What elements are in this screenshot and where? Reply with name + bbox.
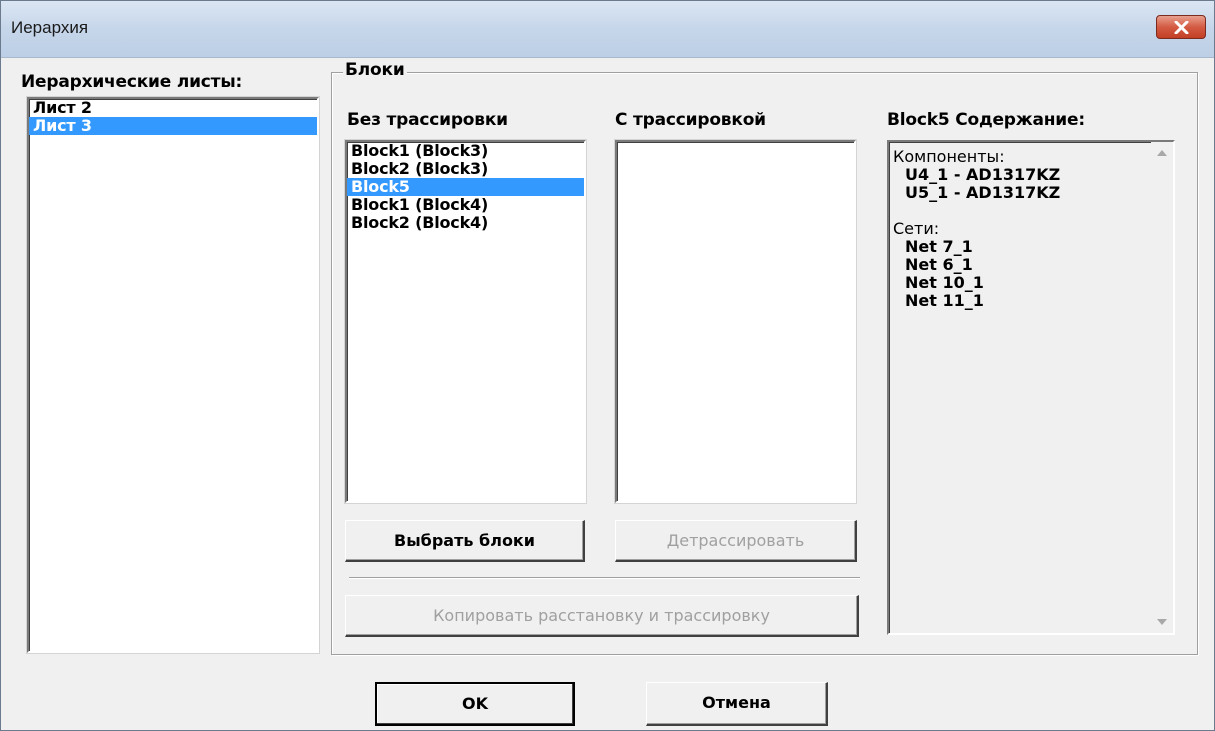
untrace-button[interactable]: Детрассировать [615, 520, 857, 562]
sheets-label: Иерархические листы: [21, 72, 243, 92]
title-bar[interactable]: Иерархия [1, 1, 1214, 58]
block-content-textbox[interactable]: Компоненты: U4_1 - AD1317KZ U5_1 - AD1317… [887, 140, 1175, 635]
traced-blocks-listbox[interactable] [615, 140, 856, 503]
traced-label: С трассировкой [615, 110, 766, 130]
untraced-block-item[interactable]: Block1 (Block4) [347, 196, 584, 214]
nets-heading: Сети: [893, 219, 940, 238]
net-entry: Net 10_1 [905, 273, 984, 292]
untraced-block-item[interactable]: Block1 (Block3) [347, 142, 584, 160]
dialog-client-area: Иерархические листы: Лист 2 Лист 3 Блоки … [9, 58, 1206, 728]
untraced-block-item[interactable]: Block2 (Block4) [347, 214, 584, 232]
content-scrollbar[interactable] [1151, 142, 1173, 633]
untraced-block-item[interactable]: Block5 [347, 178, 584, 196]
scroll-up-arrow-icon [1157, 150, 1167, 156]
select-blocks-button[interactable]: Выбрать блоки [345, 520, 585, 562]
net-entry: Net 6_1 [905, 255, 973, 274]
blocks-group-label: Блоки [343, 60, 407, 80]
component-entry: U5_1 - AD1317KZ [905, 183, 1061, 202]
components-heading: Компоненты: [893, 147, 1005, 166]
close-icon [1174, 21, 1189, 34]
component-entry: U4_1 - AD1317KZ [905, 165, 1061, 184]
block-content-text: Компоненты: U4_1 - AD1317KZ U5_1 - AD1317… [893, 148, 1143, 310]
close-button[interactable] [1156, 15, 1206, 39]
copy-placement-routing-button[interactable]: Копировать расстановку и трассировку [345, 595, 859, 637]
untraced-label: Без трассировки [347, 110, 508, 130]
sheet-list-item[interactable]: Лист 3 [29, 117, 317, 135]
separator-line [349, 577, 860, 579]
content-label: Block5 Содержание: [887, 110, 1085, 130]
hierarchy-dialog: Иерархия Иерархические листы: Лист 2 Лист… [0, 0, 1215, 731]
untraced-block-item[interactable]: Block2 (Block3) [347, 160, 584, 178]
scroll-up-button[interactable] [1151, 142, 1173, 164]
net-entry: Net 11_1 [905, 291, 984, 310]
scroll-down-button[interactable] [1151, 611, 1173, 633]
cancel-button[interactable]: Отмена [646, 682, 828, 726]
window-title: Иерархия [11, 18, 89, 37]
sheets-listbox[interactable]: Лист 2 Лист 3 [27, 97, 319, 653]
ok-button[interactable]: OK [375, 682, 575, 726]
untraced-blocks-listbox[interactable]: Block1 (Block3) Block2 (Block3) Block5 Bloc… [345, 140, 586, 503]
net-entry: Net 7_1 [905, 237, 973, 256]
scroll-down-arrow-icon [1157, 619, 1167, 625]
sheet-list-item[interactable]: Лист 2 [29, 99, 317, 117]
